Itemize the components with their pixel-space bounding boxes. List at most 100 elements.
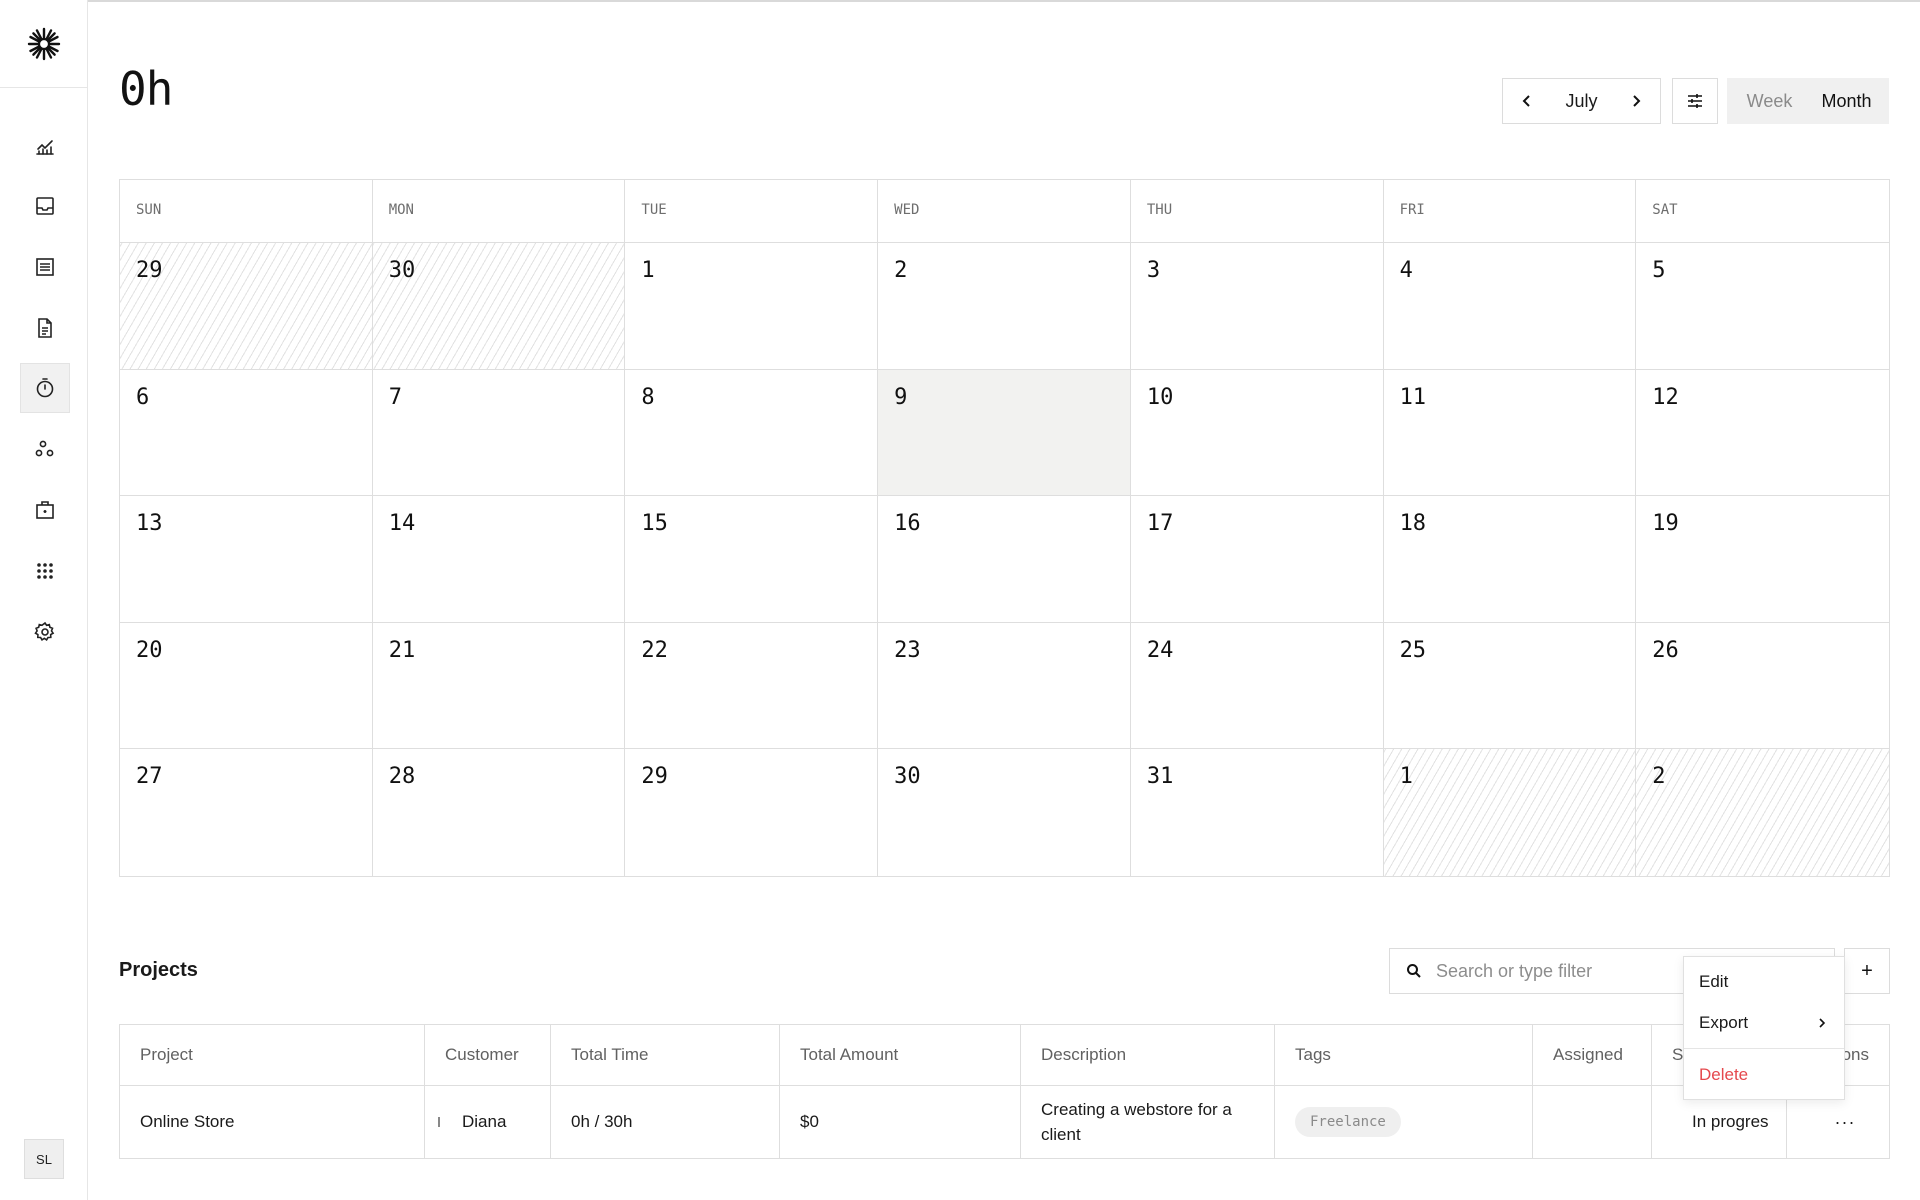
calendar-day[interactable]: 22 bbox=[625, 622, 879, 750]
row-actions-button[interactable]: ··· bbox=[1835, 1112, 1856, 1133]
nav-invoices[interactable] bbox=[20, 303, 70, 353]
menu-divider bbox=[1684, 1048, 1844, 1049]
calendar-day[interactable]: 25 bbox=[1383, 622, 1637, 750]
document-icon bbox=[38, 318, 52, 338]
col-project[interactable]: Project bbox=[120, 1025, 425, 1085]
col-tags[interactable]: Tags bbox=[1275, 1025, 1533, 1085]
table-row[interactable]: Online Store Diana 0h / 30h $0 Creating … bbox=[120, 1086, 1889, 1158]
calendar-day[interactable]: 3 bbox=[1130, 243, 1384, 370]
filter-settings-button[interactable] bbox=[1672, 78, 1718, 124]
avatar[interactable]: SL bbox=[24, 1139, 64, 1179]
day-number: 20 bbox=[136, 637, 163, 663]
nav-apps[interactable] bbox=[20, 546, 70, 596]
calendar-day[interactable]: 20 bbox=[120, 622, 373, 750]
calendar-day[interactable]: 19 bbox=[1636, 496, 1889, 623]
calendar-day[interactable]: 7 bbox=[372, 369, 626, 497]
calendar-day[interactable]: 26 bbox=[1636, 623, 1889, 750]
calendar-day[interactable]: 8 bbox=[625, 369, 879, 497]
calendar-day[interactable]: 23 bbox=[878, 622, 1131, 750]
calendar-day[interactable]: 2 bbox=[878, 243, 1131, 370]
avatar-initials: SL bbox=[36, 1151, 52, 1167]
next-month-button[interactable] bbox=[1626, 91, 1646, 111]
calendar-day[interactable]: 5 bbox=[1636, 243, 1889, 370]
day-number: 30 bbox=[894, 764, 921, 790]
day-number: 2 bbox=[1652, 764, 1666, 790]
calendar-day[interactable]: 1 bbox=[625, 243, 879, 370]
calendar-day[interactable]: 12 bbox=[1636, 370, 1889, 497]
menu-delete[interactable]: Delete bbox=[1684, 1057, 1844, 1093]
calendar-day[interactable]: 28 bbox=[373, 749, 626, 876]
calendar-day[interactable]: 18 bbox=[1383, 496, 1637, 623]
day-number: 6 bbox=[136, 384, 150, 410]
weekday-header-tue: TUE bbox=[625, 180, 879, 243]
day-number: 18 bbox=[1399, 511, 1427, 537]
day-number: 28 bbox=[388, 764, 416, 790]
day-number: 1 bbox=[641, 258, 655, 283]
row-actions-menu: Edit Export Delete bbox=[1683, 956, 1845, 1100]
menu-delete-label: Delete bbox=[1699, 1065, 1749, 1084]
menu-export[interactable]: Export bbox=[1684, 1005, 1844, 1041]
calendar-day[interactable]: 16 bbox=[878, 496, 1131, 623]
nav-transactions[interactable] bbox=[20, 242, 70, 292]
customer-avatar bbox=[438, 1117, 440, 1127]
col-assigned[interactable]: Assigned bbox=[1533, 1025, 1652, 1085]
calendar-day[interactable]: 30 bbox=[372, 243, 626, 370]
day-number: 31 bbox=[1146, 764, 1174, 790]
calendar-day[interactable]: 11 bbox=[1383, 369, 1637, 497]
calendar-day[interactable]: 4 bbox=[1383, 243, 1637, 370]
calendar-day[interactable]: 13 bbox=[120, 496, 373, 623]
inbox-icon bbox=[36, 197, 54, 215]
calendar-day[interactable]: 29 bbox=[120, 243, 373, 370]
day-number: 16 bbox=[894, 511, 921, 537]
table-header-row: Project Customer Total Time Total Amount… bbox=[120, 1025, 1889, 1086]
logo[interactable] bbox=[0, 0, 88, 88]
view-week-option[interactable]: Week bbox=[1731, 82, 1808, 120]
nav-vault[interactable] bbox=[20, 485, 70, 535]
status-label: In progres bbox=[1692, 1112, 1769, 1131]
day-number: 1 bbox=[1399, 764, 1413, 790]
prev-month-button[interactable] bbox=[1517, 91, 1537, 111]
calendar-day[interactable]: 2 bbox=[1636, 749, 1889, 876]
calendar-day[interactable]: 10 bbox=[1130, 369, 1384, 497]
calendar-day[interactable]: 29 bbox=[625, 749, 879, 876]
nav-overview[interactable] bbox=[20, 121, 70, 171]
calendar-day[interactable]: 21 bbox=[372, 622, 626, 750]
weekday-header-sat: SAT bbox=[1636, 180, 1889, 243]
view-month-option[interactable]: Month bbox=[1808, 82, 1885, 120]
col-description[interactable]: Description bbox=[1021, 1025, 1275, 1085]
day-number: 24 bbox=[1146, 637, 1174, 663]
calendar-grid: SUN MON TUE WED THU FRI SAT 29 30 1 2 3 4 5 6 7 8 9 10 11 12… bbox=[119, 179, 1890, 877]
calendar-day[interactable]: 24 bbox=[1130, 622, 1384, 750]
nav-customers[interactable] bbox=[20, 424, 70, 474]
col-total-time[interactable]: Total Time bbox=[551, 1025, 780, 1085]
add-project-button[interactable]: + bbox=[1844, 948, 1890, 994]
col-customer[interactable]: Customer bbox=[425, 1025, 551, 1085]
calendar-day[interactable]: 14 bbox=[372, 496, 626, 623]
nav-tracker[interactable] bbox=[20, 363, 70, 413]
day-number: 8 bbox=[641, 384, 655, 410]
calendar-day[interactable]: 15 bbox=[625, 496, 879, 623]
customer-name: Diana bbox=[462, 1112, 507, 1131]
day-number: 9 bbox=[894, 384, 908, 410]
cell-customer: Diana bbox=[425, 1086, 551, 1158]
calendar-day[interactable]: 30 bbox=[878, 749, 1131, 876]
day-number: 3 bbox=[1146, 258, 1161, 283]
menu-edit[interactable]: Edit bbox=[1684, 964, 1844, 1000]
cell-description: Creating a webstore for a client bbox=[1021, 1086, 1275, 1158]
sliders-icon bbox=[1688, 94, 1702, 108]
calendar-day[interactable]: 1 bbox=[1383, 749, 1637, 876]
col-total-amount[interactable]: Total Amount bbox=[780, 1025, 1021, 1085]
nav-settings[interactable] bbox=[20, 607, 70, 657]
weekday-header-wed: WED bbox=[878, 180, 1131, 243]
calendar-day[interactable]: 31 bbox=[1131, 749, 1384, 876]
nav-inbox[interactable] bbox=[20, 181, 70, 231]
calendar-day[interactable]: 27 bbox=[120, 749, 373, 876]
day-number: 17 bbox=[1146, 511, 1174, 537]
gear-icon bbox=[34, 621, 55, 642]
calendar-day[interactable]: 17 bbox=[1130, 496, 1384, 623]
day-number: 13 bbox=[136, 511, 163, 537]
day-number: 7 bbox=[388, 384, 402, 410]
calendar-day[interactable]: 6 bbox=[120, 369, 373, 497]
calendar-day-today[interactable]: 9 bbox=[878, 369, 1131, 497]
month-navigator: July bbox=[1502, 78, 1661, 124]
